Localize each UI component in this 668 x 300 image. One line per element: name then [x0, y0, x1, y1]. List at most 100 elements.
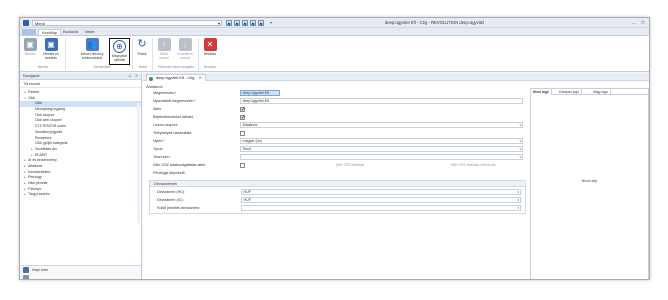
currency-select[interactable]: HUF ▾ [241, 197, 521, 203]
currency-select[interactable]: HUF ▾ [241, 189, 521, 195]
select-field[interactable]: Teszt ▾ [240, 146, 523, 152]
field-label: Típus: [153, 147, 164, 151]
document-tab-label: deep.ügyvitel Kft - Cég [156, 76, 195, 80]
checkbox[interactable] [240, 162, 245, 168]
tree-node-label: Vezetékes áru [35, 146, 58, 151]
field-label: Devizanem (IC): [157, 198, 184, 202]
save-button-label: Mentés [24, 52, 36, 56]
field-value: Teszt [242, 147, 251, 151]
window-title: deep.ügyvitel Kft - Cég - REVOLUTION dee… [384, 20, 485, 25]
previous-record-button[interactable]: ↑ Előző rekord [156, 38, 172, 60]
field-label: Aktív [153, 107, 162, 111]
form-row: Licenc csoport: Általános ▾ [146, 122, 526, 128]
save-button[interactable]: ▣ Mentés [23, 38, 37, 56]
form-row: Teszt szín: ▾ [146, 154, 526, 160]
navigation-tree: ▸ Partner ▾ Cikk Cikk Mennyiségi egység Cikk c… [20, 88, 141, 198]
tree-node-label: Cikk csoport [35, 112, 55, 117]
checkbox[interactable]: ✔ [240, 114, 245, 120]
navigation-scrollbar[interactable] [137, 103, 140, 223]
minimize-icon[interactable]: — [630, 20, 637, 26]
save-and-close-button[interactable]: ▣ Mentés és bezárás [40, 38, 62, 60]
form-row: Bejelentkezéskor látható ✔ [146, 114, 526, 120]
tree-node-label: Cikk [28, 95, 35, 100]
save-close-icon: ▣ [44, 38, 58, 51]
form-row: Megnevezés:* deep.ügyvitel Kft [146, 90, 526, 96]
chevron-down-icon: ▾ [517, 206, 519, 210]
field-value: Általános [242, 123, 258, 127]
chevron-down-icon: ▾ [519, 123, 521, 127]
field-value: magyar (hu) [242, 139, 262, 143]
field-label: NAV OSZ adatszolgáltatás aktív [153, 163, 206, 167]
application-window: Menü ▾ ◼ ◼ ◼ ◼ ◼ ▾ deep.ügyvitel Kft - C… [19, 17, 650, 280]
title-bar: Menü ▾ ◼ ◼ ◼ ◼ ◼ ▾ deep.ügyvitel Kft - C… [20, 18, 649, 28]
field-value: deep.ügyvitel Kft [242, 99, 270, 103]
form-row: Pénzügyi képviselő: [146, 170, 526, 176]
logo-tabs: Kicsi logo Közepes logo Nagy logo [531, 89, 648, 95]
tree-node-label: Házi pénztár [28, 181, 48, 185]
ribbon-tabs: Kezdőlap Eszközök Nézet [20, 28, 649, 35]
active-directory-sync-button[interactable]: 👥 Active Directory szinkronizáció [76, 38, 108, 60]
tab-company-record[interactable]: deep.ügyvitel Kft - Cég ✕ [146, 74, 206, 81]
group-divider [152, 38, 153, 70]
arrow-up-icon: ↑ [157, 38, 171, 51]
nav-osz-check-link[interactable]: NAV OSZ beállítás ellenőrzés [451, 162, 496, 168]
refresh-button[interactable]: ↻ Frissít [135, 38, 149, 56]
form-row: Telephelyek használata [146, 130, 526, 136]
pin-icon[interactable]: ⊿ [128, 73, 131, 80]
chevron-down-icon: ▾ [517, 190, 519, 194]
open-languages-button-label: Megnyitott nyelvek [111, 54, 128, 62]
tree-node-label: Kereskedelem [28, 169, 51, 174]
close-icon[interactable]: ✕ [135, 73, 138, 80]
form-row: Nyelv:* magyar (hu) ▾ [146, 138, 526, 144]
ribbon: ▣ Mentés ▣ Mentés és bezárás 👥 Active Di… [20, 35, 649, 72]
checkbox[interactable]: ✔ [240, 106, 245, 112]
tab-large-logo[interactable]: Nagy logo [591, 89, 611, 95]
tree-node-label: Cikk gyűjtő kategória [35, 141, 68, 146]
group-label-save: Mentés [37, 65, 49, 69]
group-label-view: Nézet [138, 65, 148, 69]
tab-small-logo[interactable]: Kicsi logo [531, 89, 552, 95]
globe-icon: ⊕ [113, 40, 126, 53]
arrow-down-icon: ↓ [178, 38, 192, 51]
close-red-icon: ✕ [203, 38, 217, 51]
currency-group-title: Devizanemek [150, 181, 525, 187]
field-label: Licenc csoport: [153, 123, 178, 127]
chevron-right-icon[interactable]: ▸ [23, 192, 27, 198]
previous-record-button-label: Előző rekord [159, 52, 169, 60]
field-label: Külső jelentés devizanem: [157, 206, 200, 210]
close-button-label: Bezárás [203, 52, 217, 56]
sidebar-item-label: Napi rutin [32, 268, 49, 272]
text-field[interactable]: deep.ügyvitel Kft [240, 90, 280, 96]
sidebar-item-bottom[interactable] [20, 274, 141, 279]
chevron-down-icon: ▾ [519, 155, 521, 159]
group-label-edit: Szerkesztés [93, 65, 111, 69]
tab-medium-logo[interactable]: Közepes logo [557, 89, 582, 95]
field-value: deep.ügyvitel Kft [242, 91, 270, 95]
text-field[interactable]: deep.ügyvitel Kft [240, 98, 523, 104]
next-record-button[interactable]: ↓ Következő rekord [175, 38, 195, 60]
checkbox[interactable] [240, 130, 245, 136]
nav-osz-settings-link[interactable]: NAV OSZ beállítás [336, 162, 364, 168]
form-row: NAV OSZ adatszolgáltatás aktív NAV OSZ be… [146, 162, 526, 168]
select-field[interactable]: ▾ [240, 154, 523, 160]
section-title: Általános [146, 84, 163, 89]
close-icon[interactable]: ✕ [198, 76, 201, 80]
select-field[interactable]: magyar (hu) ▾ [240, 138, 523, 144]
currency-row: Külső jelentés devizanem: ▾ [150, 205, 522, 211]
field-label: Devizanem (HC): [157, 190, 186, 194]
tree-node[interactable]: ▸ Tárgyi eszköz [20, 192, 141, 198]
open-languages-button[interactable]: ⊕ Megnyitott nyelvek [109, 38, 130, 65]
tree-node-label: Vonalkód jegyzék [35, 129, 63, 134]
restore-icon[interactable]: ❐ [639, 20, 646, 26]
form-row: Típus: Teszt ▾ [146, 146, 526, 152]
tree-node-label: Receptúra [35, 135, 52, 140]
save-and-close-button-label: Mentés és bezárás [43, 52, 59, 60]
field-value: HUF [243, 198, 251, 202]
navigation-panel: Navigáció ⊿ ✕ Törzsadat ▸ Partner ▾ Cikk Cik… [20, 73, 142, 279]
select-field[interactable]: Általános ▾ [240, 122, 523, 128]
close-button[interactable]: ✕ Bezárás [201, 38, 219, 56]
tree-node-label: Cikk web csoport [35, 118, 62, 123]
navigation-section-title: Törzsadat [20, 80, 141, 88]
currency-select[interactable]: ▾ [241, 205, 521, 211]
sidebar-item-daily-routine[interactable]: Napi rutin [20, 266, 141, 274]
